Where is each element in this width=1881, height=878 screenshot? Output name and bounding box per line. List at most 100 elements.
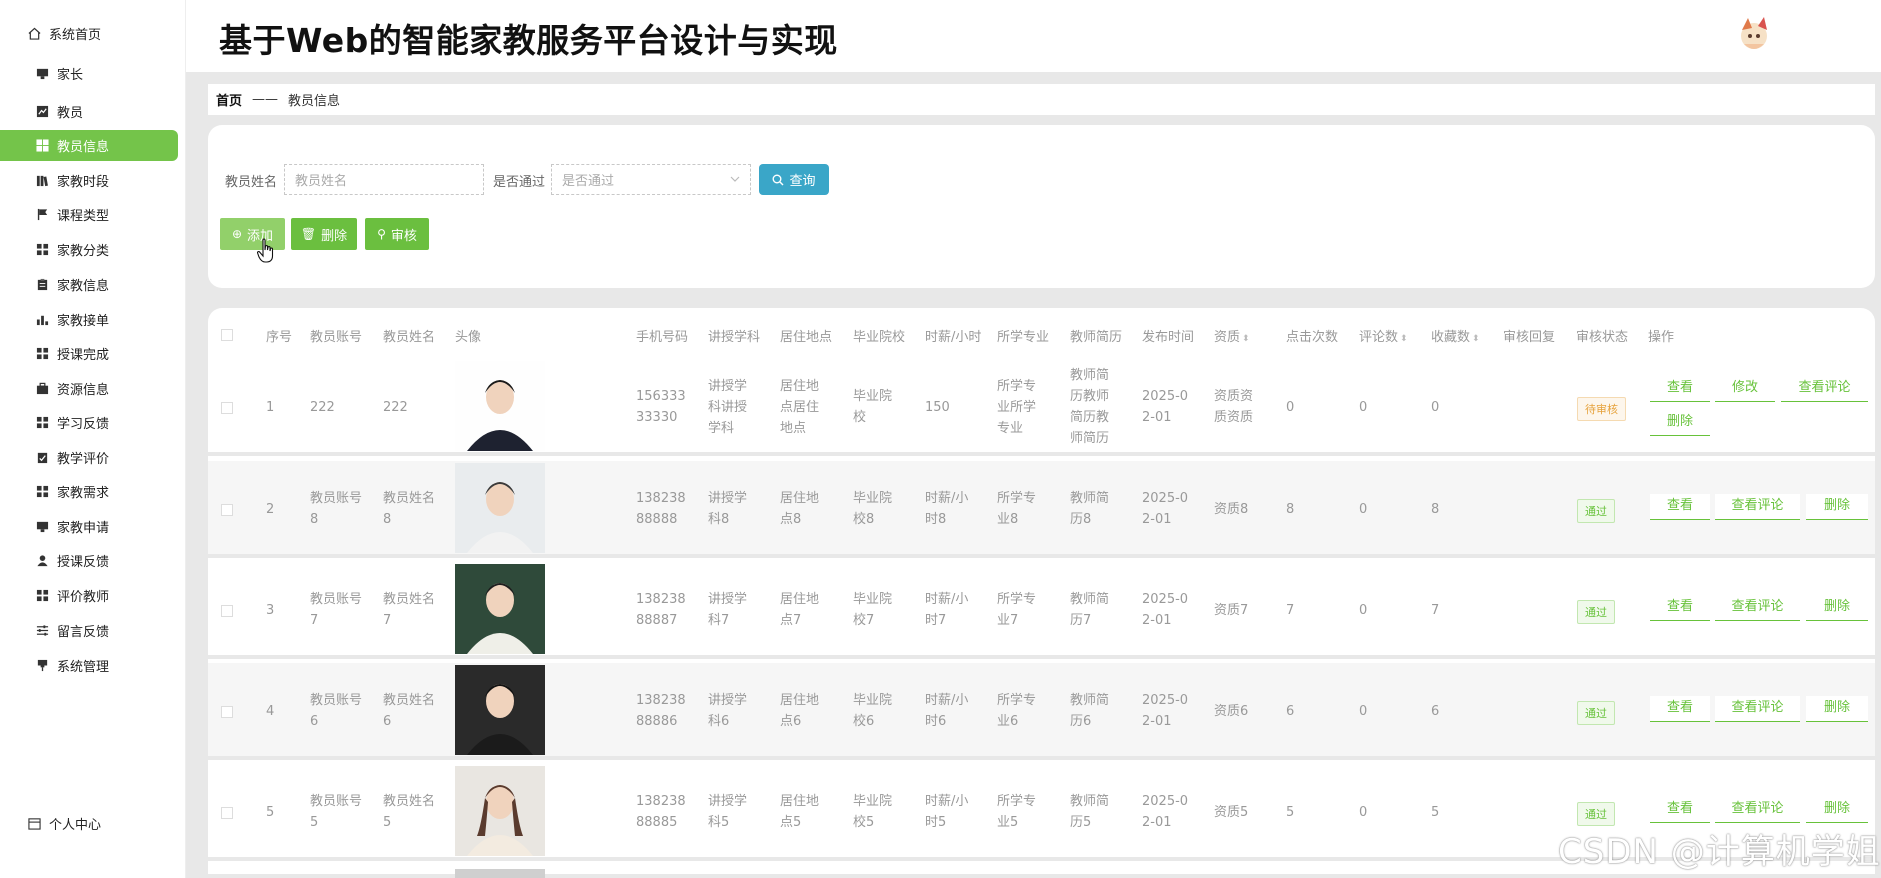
- op-button[interactable]: 删除: [1806, 494, 1868, 520]
- grid-icon: [35, 589, 49, 603]
- sidebar-item-3[interactable]: 教员信息: [0, 130, 178, 161]
- cell-name: 222: [383, 400, 408, 415]
- cell-phone: 33330: [636, 410, 678, 425]
- cell-wage: 时8: [925, 512, 947, 527]
- sidebar-item-6[interactable]: 家教分类: [0, 234, 178, 265]
- cell-major: 业6: [997, 714, 1019, 729]
- delete-button[interactable]: 🗑 删除: [291, 218, 357, 250]
- sidebar-item-home[interactable]: 系统首页: [0, 18, 178, 49]
- cell-major: 所学专: [997, 794, 1037, 809]
- op-button[interactable]: 查看评论: [1781, 376, 1868, 402]
- cell-school: 校8: [853, 512, 875, 527]
- op-button[interactable]: 查看评论: [1715, 696, 1800, 722]
- sidebar-item-1[interactable]: 家长: [0, 58, 178, 89]
- cell-comments: 0: [1359, 502, 1368, 517]
- cell-school: 校5: [853, 815, 875, 830]
- sidebar-item-14[interactable]: 家教申请: [0, 511, 178, 542]
- op-button[interactable]: 查看: [1650, 595, 1710, 621]
- column-header: 审核状态: [1576, 326, 1628, 345]
- op-button[interactable]: 删除: [1806, 696, 1868, 722]
- briefcase-icon: [35, 382, 49, 396]
- audit-button[interactable]: ⚲ 审核: [365, 218, 429, 250]
- cell-major: 所学专: [997, 693, 1037, 708]
- column-header[interactable]: 资质 ⬍: [1214, 326, 1250, 345]
- sidebar-item-4[interactable]: 家教时段: [0, 165, 178, 196]
- op-button[interactable]: 删除: [1806, 797, 1868, 823]
- cell-favorites: 6: [1431, 704, 1440, 719]
- sidebar-item-7[interactable]: 家教信息: [0, 269, 178, 300]
- sidebar-item-18[interactable]: 系统管理: [0, 650, 178, 681]
- sort-icon[interactable]: ⬍: [1472, 334, 1480, 344]
- op-button[interactable]: 查看评论: [1715, 595, 1800, 621]
- cell-address: 点8: [780, 512, 802, 527]
- op-button[interactable]: 查看: [1650, 696, 1710, 722]
- sidebar-item-label: 学习反馈: [57, 417, 110, 432]
- select-all-checkbox[interactable]: [221, 329, 233, 341]
- sidebar-item-label: 家教分类: [57, 244, 110, 259]
- op-button[interactable]: 查看: [1650, 376, 1710, 402]
- row-checkbox[interactable]: [221, 504, 233, 516]
- op-button[interactable]: 删除: [1806, 595, 1868, 621]
- cell-major: 所学专: [997, 592, 1037, 607]
- op-button[interactable]: 删除: [1650, 410, 1710, 436]
- add-button[interactable]: ⊕ 添加: [220, 218, 285, 250]
- cell-qualification: 资质8: [1214, 501, 1249, 517]
- teacher-name-input[interactable]: 教员姓名: [284, 164, 484, 195]
- row-checkbox[interactable]: [221, 402, 233, 414]
- sidebar-item-9[interactable]: 授课完成: [0, 338, 178, 369]
- calendar-icon: [27, 817, 41, 831]
- column-header[interactable]: 评论数 ⬍: [1359, 326, 1408, 345]
- cell-phone: 88885: [636, 815, 678, 830]
- column-header: 毕业院校: [853, 326, 905, 345]
- cell-resume: 历6: [1070, 714, 1092, 729]
- cell-resume: 教师简: [1070, 592, 1110, 607]
- header: 基于Web的智能家教服务平台设计与实现: [186, 0, 1881, 72]
- status-badge: 通过: [1577, 600, 1615, 624]
- sidebar-item-personal[interactable]: 个人中心: [0, 808, 178, 839]
- sidebar-item-17[interactable]: 留言反馈: [0, 615, 178, 646]
- sidebar-item-label: 课程类型: [57, 209, 110, 224]
- cell-subject: 学科: [708, 420, 735, 436]
- books-icon: [35, 174, 49, 188]
- cell-resume: 历5: [1070, 815, 1092, 830]
- cell-comments: 0: [1359, 603, 1368, 618]
- cell-subject: 讲授学: [708, 693, 748, 708]
- row-checkbox[interactable]: [221, 706, 233, 718]
- op-button[interactable]: 查看评论: [1715, 797, 1800, 823]
- sidebar-item-5[interactable]: 课程类型: [0, 199, 178, 230]
- pass-status-select[interactable]: 是否通过: [551, 164, 751, 195]
- sort-icon[interactable]: ⬍: [1242, 334, 1250, 344]
- op-button[interactable]: 查看评论: [1715, 494, 1800, 520]
- sidebar-item-11[interactable]: 学习反馈: [0, 407, 178, 438]
- op-button[interactable]: 查看: [1650, 797, 1710, 823]
- cell-major: 所学专: [997, 378, 1037, 394]
- row-checkbox[interactable]: [221, 807, 233, 819]
- cell-favorites: 8: [1431, 502, 1440, 517]
- row-checkbox[interactable]: [221, 605, 233, 617]
- cell-wage: 时7: [925, 613, 947, 628]
- cell-phone: 88888: [636, 512, 678, 527]
- op-button[interactable]: 修改: [1715, 376, 1775, 402]
- column-header[interactable]: 收藏数 ⬍: [1431, 326, 1480, 345]
- cell-wage: 时5: [925, 815, 947, 830]
- avatar[interactable]: [1734, 14, 1774, 54]
- sidebar-item-8[interactable]: 家教接单: [0, 304, 178, 335]
- cell-qualification: 资质7: [1214, 602, 1249, 618]
- cell-wage: 时薪/小: [925, 693, 969, 708]
- query-button[interactable]: 查询: [759, 164, 829, 195]
- breadcrumb-separator: ——: [252, 92, 279, 107]
- sidebar-item-13[interactable]: 家教需求: [0, 476, 178, 507]
- cell-phone: 88887: [636, 613, 678, 628]
- breadcrumb-home[interactable]: 首页: [216, 90, 242, 109]
- op-button[interactable]: 查看: [1650, 494, 1710, 520]
- sort-icon[interactable]: ⬍: [1400, 334, 1408, 344]
- pin-icon: [35, 659, 49, 673]
- sidebar-item-2[interactable]: 教员: [0, 96, 178, 127]
- sidebar-item-10[interactable]: 资源信息: [0, 373, 178, 404]
- cell-resume: 历教师: [1070, 389, 1110, 404]
- sidebar-item-12[interactable]: 教学评价: [0, 442, 178, 473]
- sidebar-item-label: 授课完成: [57, 348, 110, 363]
- cell-name: 5: [383, 815, 392, 830]
- sidebar-item-16[interactable]: 评价教师: [0, 580, 178, 611]
- sidebar-item-15[interactable]: 授课反馈: [0, 545, 178, 576]
